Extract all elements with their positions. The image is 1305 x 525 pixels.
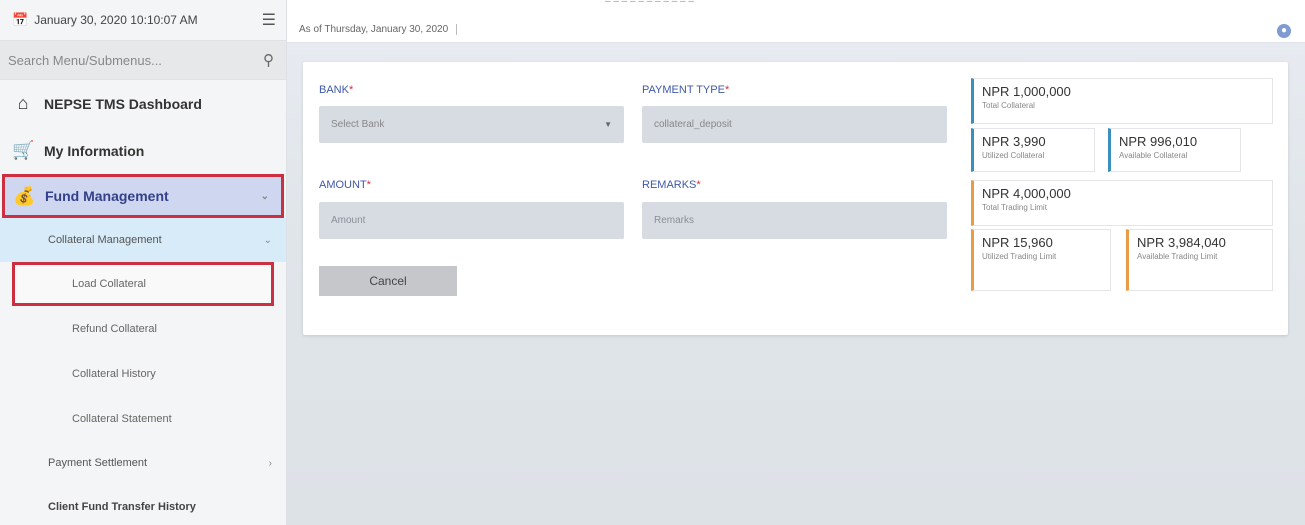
sidebar-item-label: Collateral Management bbox=[48, 234, 162, 246]
search-input[interactable] bbox=[8, 52, 263, 68]
top-bar: – – – – – – – – – – – As of Thursday, Ja… bbox=[287, 0, 1305, 43]
required-mark: * bbox=[724, 84, 730, 96]
utilized-trading-limit-label: Utilized Trading Limit bbox=[982, 252, 1057, 261]
total-trading-limit-tile: NPR 4,000,000 Total Trading Limit bbox=[971, 180, 1273, 226]
sidebar-item-label: Collateral Statement bbox=[72, 412, 172, 425]
bank-select-value: Select Bank bbox=[331, 119, 385, 130]
info-icon[interactable]: ● bbox=[1277, 24, 1291, 38]
payment-type-value: collateral_deposit bbox=[654, 119, 732, 130]
amount-input[interactable] bbox=[331, 215, 624, 226]
sidebar-item-collateral-history[interactable]: Collateral History bbox=[0, 351, 286, 396]
search-icon[interactable]: ⚲ bbox=[263, 51, 274, 69]
top-cut-text: – – – – – – – – – – – bbox=[605, 0, 694, 7]
sidebar-item-collateral-management[interactable]: Collateral Management ⌄ bbox=[0, 218, 286, 262]
chevron-down-icon: ⌄ bbox=[263, 234, 272, 246]
required-mark: * bbox=[348, 84, 354, 96]
sidebar-item-label: My Information bbox=[44, 142, 145, 159]
total-collateral-value: NPR 1,000,000 bbox=[982, 84, 1071, 99]
bank-select[interactable]: Select Bank ▼ bbox=[319, 106, 624, 143]
remarks-field[interactable] bbox=[642, 202, 947, 239]
bank-label: BANK* bbox=[319, 84, 353, 96]
sidebar-item-payment-settlement[interactable]: Payment Settlement › bbox=[0, 441, 286, 485]
sidebar-item-collateral-statement[interactable]: Collateral Statement bbox=[0, 396, 286, 441]
cancel-button[interactable]: Cancel bbox=[319, 266, 457, 296]
amount-field[interactable] bbox=[319, 202, 624, 239]
remarks-label-text: REMARKS bbox=[642, 179, 697, 191]
date-bar: 📅 January 30, 2020 10:10:07 AM ☰ bbox=[0, 0, 286, 40]
utilized-trading-limit-tile: NPR 15,960 Utilized Trading Limit bbox=[971, 229, 1111, 291]
menu-search: ⚲ bbox=[0, 40, 286, 80]
money-bag-icon: 💰 bbox=[13, 185, 36, 206]
sidebar-item-load-collateral[interactable]: Load Collateral bbox=[12, 262, 274, 306]
utilized-trading-limit-value: NPR 15,960 bbox=[982, 235, 1053, 250]
remarks-input[interactable] bbox=[654, 215, 947, 226]
as-of-date: As of Thursday, January 30, 2020 bbox=[299, 24, 458, 35]
sidebar-item-dashboard[interactable]: ⌂ NEPSE TMS Dashboard bbox=[0, 80, 286, 127]
sidebar-item-my-information[interactable]: 🛒 My Information bbox=[0, 127, 286, 174]
current-datetime: January 30, 2020 10:10:07 AM bbox=[34, 13, 198, 27]
bank-label-text: BANK bbox=[319, 84, 349, 96]
utilized-collateral-tile: NPR 3,990 Utilized Collateral bbox=[971, 128, 1095, 172]
home-icon: ⌂ bbox=[17, 93, 29, 113]
sidebar: 📅 January 30, 2020 10:10:07 AM ☰ ⚲ ⌂ NEP… bbox=[0, 0, 287, 525]
sidebar-item-refund-collateral[interactable]: Refund Collateral bbox=[0, 306, 286, 351]
sidebar-item-label: Collateral History bbox=[72, 367, 156, 380]
available-collateral-label: Available Collateral bbox=[1119, 151, 1188, 160]
sidebar-item-label: Load Collateral bbox=[72, 278, 146, 290]
total-trading-limit-value: NPR 4,000,000 bbox=[982, 186, 1071, 201]
load-collateral-card: BANK* Select Bank ▼ PAYMENT TYPE* collat… bbox=[303, 62, 1288, 335]
available-trading-limit-value: NPR 3,984,040 bbox=[1137, 235, 1226, 250]
amount-label-text: AMOUNT bbox=[319, 179, 367, 191]
chevron-right-icon: › bbox=[268, 457, 272, 469]
total-collateral-label: Total Collateral bbox=[982, 101, 1035, 110]
required-mark: * bbox=[696, 179, 701, 191]
sidebar-item-label: Payment Settlement bbox=[48, 457, 148, 469]
sidebar-item-client-fund-transfer-history[interactable]: Client Fund Transfer History bbox=[0, 485, 286, 525]
available-collateral-tile: NPR 996,010 Available Collateral bbox=[1108, 128, 1241, 172]
sidebar-item-label: Fund Management bbox=[45, 188, 169, 204]
sidebar-item-label: NEPSE TMS Dashboard bbox=[44, 95, 202, 112]
total-collateral-tile: NPR 1,000,000 Total Collateral bbox=[971, 78, 1273, 124]
available-trading-limit-tile: NPR 3,984,040 Available Trading Limit bbox=[1126, 229, 1273, 291]
calendar-icon: 📅 bbox=[12, 12, 29, 27]
remarks-label: REMARKS* bbox=[642, 179, 701, 191]
utilized-collateral-value: NPR 3,990 bbox=[982, 134, 1046, 149]
hamburger-menu-icon[interactable]: ☰ bbox=[262, 10, 276, 30]
available-trading-limit-label: Available Trading Limit bbox=[1137, 252, 1218, 261]
payment-type-label: PAYMENT TYPE* bbox=[642, 84, 729, 96]
sidebar-item-label: Client Fund Transfer History bbox=[48, 501, 196, 513]
sidebar-item-label: Refund Collateral bbox=[72, 322, 157, 335]
total-trading-limit-label: Total Trading Limit bbox=[982, 203, 1047, 212]
amount-label: AMOUNT* bbox=[319, 179, 371, 191]
available-collateral-value: NPR 996,010 bbox=[1119, 134, 1198, 149]
payment-type-label-text: PAYMENT TYPE bbox=[642, 84, 725, 96]
utilized-collateral-label: Utilized Collateral bbox=[982, 151, 1045, 160]
payment-type-field[interactable]: collateral_deposit bbox=[642, 106, 947, 143]
required-mark: * bbox=[366, 179, 371, 191]
cart-icon: 🛒 bbox=[12, 140, 35, 160]
sidebar-item-fund-management[interactable]: 💰 Fund Management ⌄ bbox=[2, 174, 284, 218]
caret-down-icon: ▼ bbox=[604, 120, 612, 129]
chevron-down-icon: ⌄ bbox=[260, 190, 269, 202]
